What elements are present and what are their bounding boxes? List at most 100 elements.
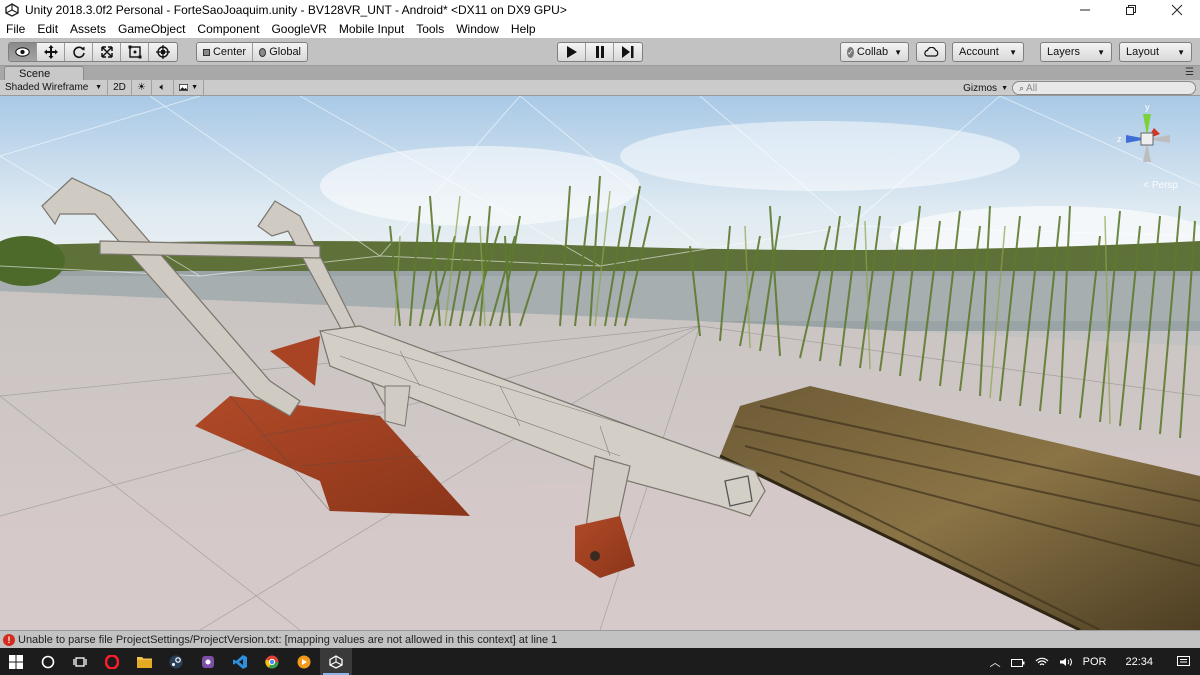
menu-help[interactable]: Help: [511, 22, 542, 36]
pivot-icon: [203, 48, 210, 56]
check-icon: ✓: [847, 46, 854, 58]
menu-assets[interactable]: Assets: [70, 22, 112, 36]
step-button[interactable]: [614, 43, 642, 61]
search-placeholder: All: [1026, 82, 1038, 94]
unity-icon: [329, 654, 343, 669]
draw-mode-label: Shaded Wireframe: [5, 82, 89, 93]
axis-gizmo-icon: [1126, 114, 1170, 162]
menu-googlevr[interactable]: GoogleVR: [271, 22, 332, 36]
notifications-icon[interactable]: [1167, 655, 1200, 668]
cloud-button[interactable]: [916, 42, 946, 62]
rect-icon: [128, 45, 141, 59]
speaker-icon: 🔈︎: [159, 82, 166, 93]
taskbar-explorer[interactable]: [128, 648, 160, 675]
menu-component[interactable]: Component: [197, 22, 265, 36]
move-icon: [43, 45, 58, 59]
menu-tools[interactable]: Tools: [416, 22, 450, 36]
scene-search-input[interactable]: ⌕ All: [1012, 81, 1196, 95]
chevron-down-icon: ▼: [191, 84, 198, 91]
taskbar-media-player[interactable]: [288, 648, 320, 675]
taskbar-twitch[interactable]: [192, 648, 224, 675]
windows-taskbar: ︿ POR 22:34: [0, 648, 1200, 675]
menu-edit[interactable]: Edit: [37, 22, 64, 36]
audio-toggle[interactable]: 🔈︎: [152, 79, 174, 96]
tray-expand-icon[interactable]: ︿: [985, 654, 1006, 670]
pivot-center-button[interactable]: Center: [197, 43, 253, 61]
persp-label[interactable]: < Persp: [1143, 180, 1178, 191]
media-player-icon: [297, 655, 311, 668]
scene-viewport[interactable]: y z < Persp: [0, 96, 1200, 630]
taskbar-search-button[interactable]: [32, 648, 64, 675]
view-tool-button[interactable]: [9, 43, 37, 61]
transform-tool-button[interactable]: [149, 43, 177, 61]
clock[interactable]: 22:34: [1111, 656, 1167, 668]
error-icon: !: [3, 633, 15, 646]
volume-icon[interactable]: [1054, 657, 1078, 667]
tab-scene[interactable]: Scene: [4, 66, 84, 80]
restore-icon: [1126, 5, 1136, 15]
account-dropdown[interactable]: Account ▼: [952, 42, 1024, 62]
axis-y-label: y: [1145, 102, 1150, 112]
language-indicator[interactable]: POR: [1078, 656, 1112, 668]
collab-dropdown[interactable]: ✓ Collab ▼: [840, 42, 909, 62]
taskbar-unity[interactable]: [320, 648, 352, 675]
pause-icon: [595, 46, 604, 58]
menu-window[interactable]: Window: [456, 22, 505, 36]
taskbar-steam[interactable]: [160, 648, 192, 675]
scale-tool-button[interactable]: [93, 43, 121, 61]
layers-dropdown[interactable]: Layers ▼: [1040, 42, 1112, 62]
move-tool-button[interactable]: [37, 43, 65, 61]
collab-label: Collab: [856, 46, 889, 58]
taskbar-chrome[interactable]: [256, 648, 288, 675]
maximize-button[interactable]: [1108, 0, 1154, 20]
rect-tool-button[interactable]: [121, 43, 149, 61]
task-view-button[interactable]: [64, 648, 96, 675]
eye-icon: [15, 47, 30, 57]
wifi-icon[interactable]: [1030, 657, 1054, 667]
steam-icon: [169, 655, 183, 668]
layers-label: Layers: [1047, 46, 1081, 58]
minimize-icon: [1080, 9, 1090, 11]
draw-mode-dropdown[interactable]: Shaded Wireframe ▼: [0, 79, 108, 96]
search-icon: ⌕: [1019, 82, 1025, 93]
transform-tools: [8, 42, 178, 62]
taskbar-vscode[interactable]: [224, 648, 256, 675]
mode-2d-toggle[interactable]: 2D: [108, 79, 132, 96]
taskbar-opera[interactable]: [96, 648, 128, 675]
layout-dropdown[interactable]: Layout ▼: [1119, 42, 1192, 62]
tab-menu-icon[interactable]: ☰: [1185, 67, 1194, 78]
window-title: Unity 2018.3.0f2 Personal - ForteSaoJoaq…: [25, 3, 567, 17]
pause-button[interactable]: [586, 43, 614, 61]
title-bar: Unity 2018.3.0f2 Personal - ForteSaoJoaq…: [0, 0, 1200, 20]
layout-label: Layout: [1126, 46, 1160, 58]
start-button[interactable]: [0, 648, 32, 675]
minimize-button[interactable]: [1062, 0, 1108, 20]
menu-file[interactable]: File: [6, 22, 31, 36]
gizmos-label: Gizmos: [963, 82, 998, 94]
close-icon: [1171, 4, 1183, 16]
cloud-icon: [924, 47, 939, 57]
menu-mobile-input[interactable]: Mobile Input: [339, 22, 410, 36]
gizmos-dropdown[interactable]: Gizmos ▼: [963, 80, 1008, 96]
close-button[interactable]: [1154, 0, 1200, 20]
effects-dropdown[interactable]: ▼: [174, 79, 204, 96]
network-icon[interactable]: [1006, 657, 1030, 667]
status-bar[interactable]: ! Unable to parse file ProjectSettings/P…: [0, 630, 1200, 648]
scene-toolbar: Shaded Wireframe ▼ 2D ☀ 🔈︎ ▼ Gizmos ▼ ⌕ …: [0, 79, 1200, 96]
play-button[interactable]: [558, 43, 586, 61]
vscode-icon: [233, 654, 247, 669]
chrome-icon: [265, 655, 279, 668]
rotate-tool-button[interactable]: [65, 43, 93, 61]
mode-2d-label: 2D: [113, 82, 126, 93]
menu-gameobject[interactable]: GameObject: [118, 22, 191, 36]
folder-icon: [136, 656, 152, 668]
lighting-toggle[interactable]: ☀: [132, 79, 152, 96]
rotate-icon: [72, 46, 85, 59]
account-label: Account: [959, 46, 999, 58]
app-icon: [202, 655, 214, 668]
pivot-global-button[interactable]: Global: [253, 43, 307, 61]
pivot-center-label: Center: [212, 46, 246, 58]
main-toolbar: Center Global ✓ Collab ▼ Account ▼ Layer…: [0, 38, 1200, 66]
task-view-icon: [73, 656, 87, 667]
orientation-gizmo[interactable]: y z: [1112, 102, 1182, 174]
